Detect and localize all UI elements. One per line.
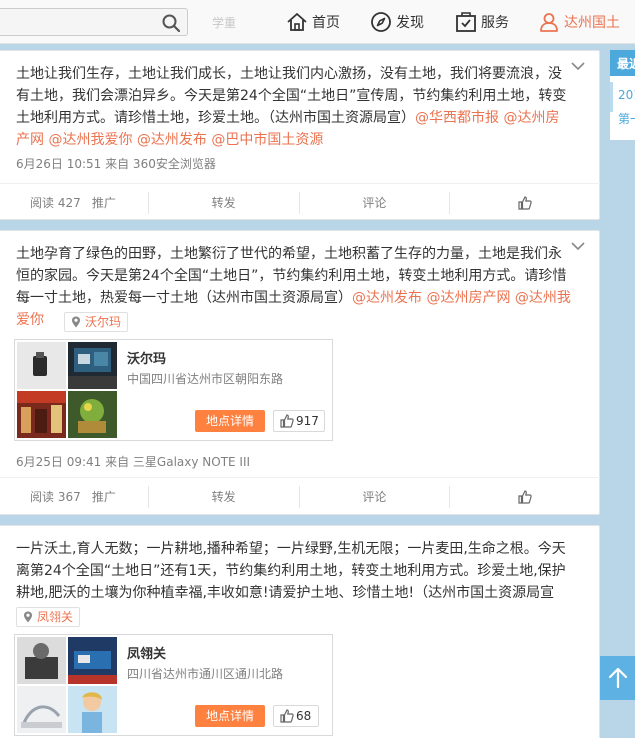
feed-post: 土地让我们生存，土地让我们成长，土地让我们内心激扬，没有土地，我们将要流浪，没有…: [0, 50, 600, 220]
location-detail-button[interactable]: 地点详情: [195, 410, 265, 432]
location-like-count: 68: [296, 709, 312, 723]
nav-discover[interactable]: 发现: [370, 10, 424, 34]
location-address: 四川省达州市通川区通川北路: [127, 667, 284, 681]
thumbs-up-icon: [280, 414, 294, 428]
chevron-down-icon[interactable]: [571, 241, 585, 251]
briefcase-check-icon: [456, 12, 476, 32]
nav-user[interactable]: 达州国土: [538, 10, 620, 34]
comment-button[interactable]: 评论: [300, 488, 450, 505]
search-input[interactable]: [0, 9, 147, 35]
location-photo[interactable]: [17, 342, 66, 389]
nav-service-label: 服务: [481, 15, 509, 31]
timeline-item[interactable]: 第一: [618, 110, 635, 127]
like-button[interactable]: [450, 195, 600, 210]
post-text: 一片沃土,育人无数；一片耕地,播种希望；一片绿野,生机无限；一片麦田,生命之根。…: [16, 538, 571, 604]
timeline-item[interactable]: 201: [618, 88, 635, 102]
nav-home-label: 首页: [312, 15, 340, 31]
map-pin-icon: [24, 611, 32, 623]
promote-button[interactable]: 推广: [92, 488, 148, 505]
nav-discover-label: 发现: [396, 15, 424, 31]
location-address: 中国四川省达州市区朝阳东路: [127, 372, 284, 386]
comment-button[interactable]: 评论: [300, 194, 450, 211]
faded-tab[interactable]: 学重: [212, 14, 236, 31]
thumbs-up-icon: [518, 489, 532, 504]
location-photos[interactable]: [17, 342, 117, 438]
location-photos[interactable]: [17, 637, 117, 733]
location-photo[interactable]: [17, 637, 66, 684]
map-pin-icon: [72, 316, 80, 328]
forward-button[interactable]: 转发: [149, 194, 299, 211]
location-tag[interactable]: 凤翎关: [16, 607, 81, 627]
location-like-button[interactable]: 68: [273, 705, 319, 727]
feed-post: 一片沃土,育人无数；一片耕地,播种希望；一片绿野,生机无限；一片麦田,生命之根。…: [0, 525, 600, 738]
post-actions: 阅读 427 推广 转发 评论: [0, 183, 600, 221]
home-icon: [287, 13, 307, 31]
arrow-up-icon: [608, 667, 627, 689]
post-body: 一片沃土,育人无数；一片耕地,播种希望；一片绿野,生机无限；一片麦田,生命之根。…: [16, 541, 566, 601]
user-icon: [540, 13, 558, 32]
nav-user-label: 达州国土: [564, 15, 620, 31]
location-name[interactable]: 凤翎关: [127, 643, 166, 662]
location-name[interactable]: 沃尔玛: [127, 348, 166, 367]
recent-panel: 最近 201 第一: [610, 50, 635, 140]
timeline-line: [610, 82, 613, 112]
right-rail: 最近 201 第一: [600, 44, 635, 738]
location-card[interactable]: 沃尔玛 中国四川省达州市区朝阳东路 地点详情 917: [14, 339, 333, 441]
nav-service[interactable]: 服务: [455, 10, 509, 34]
location-photo[interactable]: [68, 686, 117, 733]
location-like-button[interactable]: 917: [273, 410, 325, 432]
read-count: 阅读 367: [30, 490, 81, 504]
search-icon[interactable]: [161, 13, 181, 33]
location-photo[interactable]: [17, 686, 66, 733]
like-button[interactable]: [450, 489, 600, 504]
post-meta: 6月26日 10:51 来自 360安全浏览器: [16, 157, 216, 171]
thumbs-up-icon: [518, 195, 532, 210]
chevron-down-icon[interactable]: [571, 61, 585, 71]
location-like-count: 917: [296, 414, 319, 428]
read-count: 阅读 427: [30, 196, 81, 210]
nav-home[interactable]: 首页: [286, 10, 340, 34]
back-to-top-button[interactable]: [600, 656, 635, 700]
search-box[interactable]: [0, 8, 188, 36]
post-actions: 阅读 367 推广 转发 评论: [0, 477, 600, 515]
feed-post: 土地孕育了绿色的田野，土地繁衍了世代的希望，土地积蓄了生存的力量，土地是我们永恒…: [0, 230, 600, 515]
post-text: 土地让我们生存，土地让我们成长，土地让我们内心激扬，没有土地，我们将要流浪，没有…: [16, 63, 571, 151]
compass-icon: [371, 12, 391, 32]
location-photo[interactable]: [68, 391, 117, 438]
location-tag[interactable]: 沃尔玛: [64, 312, 129, 332]
post-meta: 6月25日 09:41 来自 三星Galaxy NOTE III: [16, 455, 251, 469]
thumbs-up-icon: [280, 709, 294, 723]
recent-heading: 最近: [610, 50, 635, 76]
location-card[interactable]: 凤翎关 四川省达州市通川区通川北路 地点详情 68: [14, 634, 333, 736]
location-detail-button[interactable]: 地点详情: [195, 705, 265, 727]
top-nav-bar: 学重 首页 发现 服务 达州国土: [0, 0, 635, 44]
location-photo[interactable]: [68, 637, 117, 684]
promote-button[interactable]: 推广: [92, 194, 148, 211]
forward-button[interactable]: 转发: [149, 488, 299, 505]
location-tag-label: 沃尔玛: [85, 315, 122, 329]
location-photo[interactable]: [17, 391, 66, 438]
location-tag-label: 凤翎关: [37, 610, 74, 624]
location-photo[interactable]: [68, 342, 117, 389]
